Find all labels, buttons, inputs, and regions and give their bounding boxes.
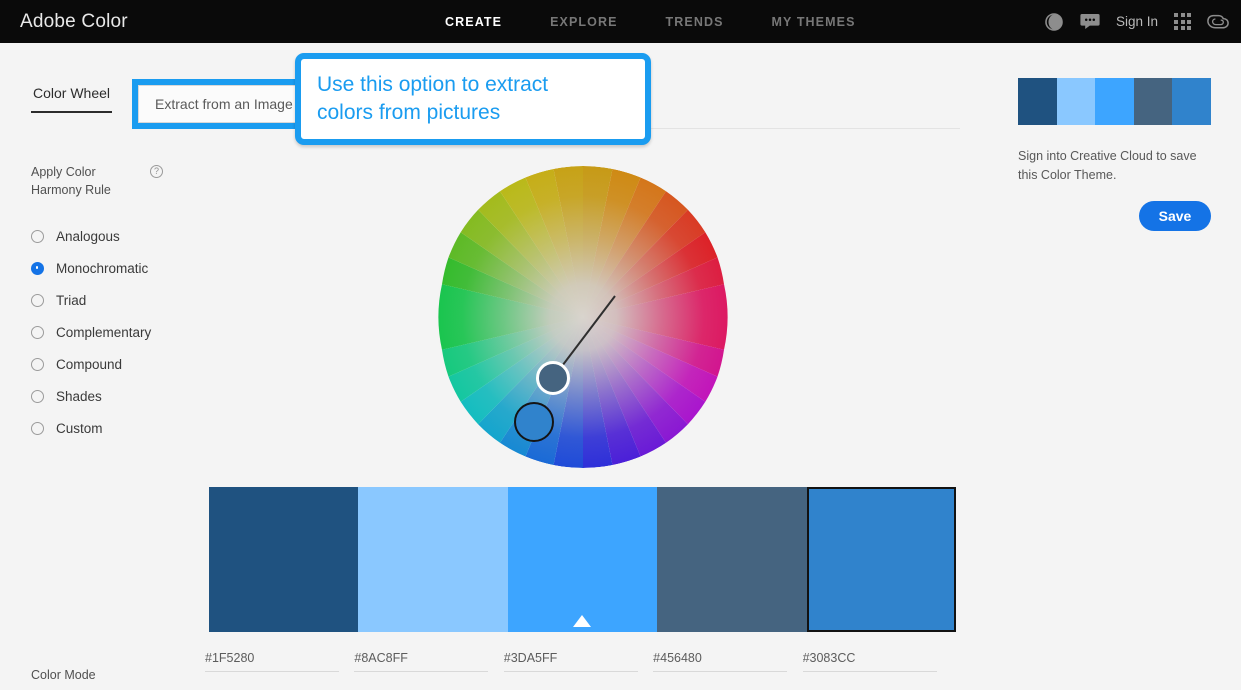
tab-extract-highlight-box: Extract from an Image — [132, 79, 316, 129]
harmony-option-analogous[interactable]: Analogous — [31, 220, 191, 252]
harmony-option-label: Custom — [56, 420, 103, 436]
creative-cloud-icon[interactable] — [1207, 13, 1229, 31]
harmony-option-compound[interactable]: Compound — [31, 348, 191, 380]
radio-icon — [31, 325, 44, 339]
harmony-rule-list: Analogous Monochromatic Triad Complement… — [31, 220, 191, 444]
hex-cell-2 — [354, 649, 503, 672]
theme-swatch-3-base[interactable] — [507, 487, 658, 632]
theme-swatch-4[interactable] — [657, 487, 807, 632]
hex-input-5[interactable] — [802, 649, 937, 672]
color-mode-label: Color Mode — [31, 668, 96, 682]
hex-input-1[interactable] — [205, 649, 339, 672]
hex-cell-1 — [205, 649, 354, 672]
radio-icon — [31, 229, 44, 243]
radio-icon — [31, 357, 44, 371]
tab-bar: Color Wheel Extract from an Image — [31, 79, 316, 129]
contrast-circle-icon[interactable] — [1044, 12, 1064, 32]
radio-icon — [31, 261, 44, 275]
harmony-panel: Apply Color Harmony Rule ? Analogous Mon… — [31, 163, 191, 444]
mini-swatch-3[interactable] — [1095, 78, 1134, 125]
callout-line-2: colors from pictures — [317, 101, 501, 124]
nav-item-create[interactable]: CREATE — [445, 15, 502, 29]
harmony-option-label: Complementary — [56, 324, 152, 340]
hex-value-row — [205, 649, 965, 672]
save-hint-text: Sign into Creative Cloud to save this Co… — [1018, 149, 1197, 182]
radio-icon — [31, 389, 44, 403]
top-right-tools: Sign In — [1044, 0, 1229, 43]
harmony-option-label: Triad — [56, 292, 87, 308]
annotation-callout: Use this option to extract colors from p… — [295, 53, 651, 145]
radio-icon — [31, 421, 44, 435]
harmony-option-label: Compound — [56, 356, 123, 372]
right-panel: Sign into Creative Cloud to save this Co… — [1018, 78, 1212, 231]
theme-swatch-1[interactable] — [209, 487, 359, 632]
theme-swatch-2[interactable] — [358, 487, 508, 632]
mini-swatch-2[interactable] — [1056, 78, 1096, 125]
mini-swatch-4[interactable] — [1133, 78, 1173, 125]
harmony-option-label: Monochromatic — [56, 260, 149, 276]
hex-input-2[interactable] — [354, 649, 489, 672]
nav-item-trends[interactable]: TRENDS — [666, 15, 724, 29]
save-button[interactable]: Save — [1139, 200, 1211, 231]
wheel-handle-primary[interactable] — [514, 402, 554, 442]
harmony-label: Apply Color Harmony Rule — [31, 165, 111, 198]
color-wheel[interactable] — [432, 166, 734, 468]
color-theme-swatch-row — [209, 487, 956, 632]
content-area: Color Wheel Extract from an Image Use th… — [0, 43, 1241, 690]
mini-theme-preview — [1018, 78, 1211, 125]
hex-input-3[interactable] — [503, 649, 638, 672]
color-wheel-widget[interactable] — [432, 166, 734, 468]
mini-swatch-1[interactable] — [1018, 78, 1057, 125]
harmony-option-complementary[interactable]: Complementary — [31, 316, 191, 348]
harmony-option-monochromatic[interactable]: Monochromatic — [31, 252, 191, 284]
help-circle-icon[interactable]: ? — [150, 165, 163, 178]
hex-cell-4 — [653, 649, 802, 672]
harmony-option-shades[interactable]: Shades — [31, 380, 191, 412]
nav-item-explore[interactable]: EXPLORE — [550, 15, 617, 29]
sign-in-link[interactable]: Sign In — [1116, 14, 1158, 29]
hex-cell-5 — [802, 649, 952, 672]
theme-swatch-5-selected[interactable] — [806, 487, 956, 632]
tab-extract-from-image[interactable]: Extract from an Image — [138, 85, 310, 123]
hex-cell-3 — [503, 649, 653, 672]
app-brand-title: Adobe Color — [20, 10, 128, 32]
radio-icon — [31, 293, 44, 307]
nav-item-my-themes[interactable]: MY THEMES — [772, 15, 856, 29]
harmony-option-label: Analogous — [56, 228, 120, 244]
chat-bubble-icon[interactable] — [1080, 13, 1100, 30]
harmony-option-triad[interactable]: Triad — [31, 284, 191, 316]
mini-swatch-5[interactable] — [1172, 78, 1211, 125]
wheel-handle-secondary[interactable] — [536, 361, 570, 395]
wheel-handle-connector — [552, 295, 616, 379]
app-grid-icon[interactable] — [1174, 13, 1191, 30]
hex-input-4[interactable] — [653, 649, 788, 672]
harmony-option-custom[interactable]: Custom — [31, 412, 191, 444]
main-navigation: CREATE EXPLORE TRENDS MY THEMES — [445, 0, 856, 43]
top-bar: Adobe Color CREATE EXPLORE TRENDS MY THE… — [0, 0, 1241, 43]
harmony-header: Apply Color Harmony Rule ? — [31, 163, 191, 199]
tab-color-wheel[interactable]: Color Wheel — [31, 79, 113, 113]
harmony-option-label: Shades — [56, 388, 102, 404]
callout-line-1: Use this option to extract — [317, 73, 549, 97]
